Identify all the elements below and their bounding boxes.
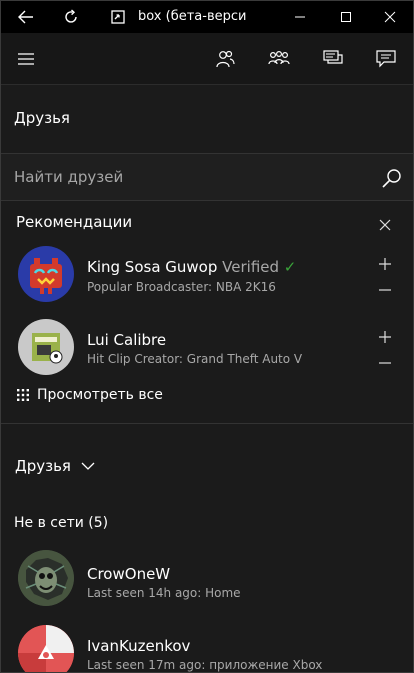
app-bar <box>1 33 413 85</box>
close-icon <box>379 219 391 231</box>
minimize-icon <box>295 16 305 18</box>
recommendation-item[interactable]: Lui Calibre Hit Clip Creator: Grand Thef… <box>1 317 413 383</box>
view-all-label: Просмотреть все <box>37 387 163 403</box>
recommendation-name: Lui Calibre <box>87 331 167 349</box>
friends-filter-label: Друзья <box>15 457 71 475</box>
avatar <box>18 550 74 606</box>
search-input[interactable] <box>14 164 354 190</box>
remove-suggestion-button[interactable] <box>375 280 395 300</box>
refresh-button[interactable] <box>48 1 94 33</box>
friends-button[interactable] <box>202 33 248 85</box>
plus-icon <box>379 331 391 343</box>
app-icon <box>111 10 125 24</box>
messages-button[interactable] <box>310 33 356 85</box>
remove-suggestion-button[interactable] <box>375 353 395 373</box>
app-window: box (бета-верси Друзья Найти друзей Реко… <box>0 0 414 673</box>
recommendation-item[interactable]: King Sosa Guwop Verified ✓ Popular Broad… <box>1 244 413 310</box>
view-all-button[interactable]: Просмотреть все <box>17 385 163 405</box>
close-window-button[interactable] <box>367 1 413 33</box>
party-icon <box>268 50 290 65</box>
recommendation-subtitle: Popular Broadcaster: NBA 2K16 <box>87 280 276 294</box>
add-friend-button[interactable] <box>375 254 395 274</box>
maximize-icon <box>341 12 351 22</box>
maximize-button[interactable] <box>323 1 369 33</box>
refresh-icon <box>65 9 77 23</box>
offline-header: Не в сети (5) <box>14 515 109 531</box>
friend-name: CrowOneW <box>87 565 171 583</box>
title-bar: box (бета-верси <box>1 1 413 33</box>
notifications-icon <box>376 50 396 68</box>
notifications-button[interactable] <box>363 33 409 85</box>
page-title: Друзья <box>14 109 70 127</box>
avatar <box>18 625 74 672</box>
back-arrow-icon <box>18 10 33 24</box>
friends-icon <box>216 50 235 68</box>
friend-status: Last seen 17m ago: приложение Xbox <box>87 658 323 672</box>
recommendations-title: Рекомендации <box>16 213 133 231</box>
friend-status: Last seen 14h ago: Home <box>87 586 241 600</box>
search-bar <box>1 153 413 201</box>
verified-label: Verified <box>222 258 280 276</box>
add-friend-button[interactable] <box>375 327 395 347</box>
search-icon[interactable] <box>381 167 403 189</box>
window-title: box (бета-верси <box>138 9 247 24</box>
friends-filter-dropdown[interactable]: Друзья <box>15 457 95 475</box>
grid-icon <box>17 389 29 401</box>
hamburger-menu-icon <box>18 53 34 65</box>
recommendation-subtitle: Hit Clip Creator: Grand Theft Auto V <box>87 352 303 366</box>
friend-item[interactable]: IvanKuzenkov Last seen 17m ago: приложен… <box>1 621 413 672</box>
friend-name: IvanKuzenkov <box>87 637 191 655</box>
verified-check-icon: ✓ <box>283 258 297 276</box>
minimize-button[interactable] <box>277 1 323 33</box>
avatar <box>18 319 74 375</box>
chevron-down-icon <box>81 462 95 470</box>
back-button[interactable] <box>3 1 49 33</box>
close-icon <box>384 11 396 23</box>
recommendation-name: King Sosa Guwop Verified ✓ <box>87 258 296 276</box>
avatar <box>18 246 74 302</box>
party-button[interactable] <box>256 33 302 85</box>
minus-icon <box>379 289 391 291</box>
messages-icon <box>323 50 343 64</box>
minus-icon <box>379 362 391 364</box>
friend-item[interactable]: CrowOneW Last seen 14h ago: Home <box>1 548 413 614</box>
dismiss-recommendations-button[interactable] <box>373 213 397 237</box>
person-name: King Sosa Guwop <box>87 258 218 276</box>
menu-button[interactable] <box>3 33 49 85</box>
plus-icon <box>379 258 391 270</box>
app-icon-button <box>95 1 141 33</box>
divider <box>1 423 413 424</box>
